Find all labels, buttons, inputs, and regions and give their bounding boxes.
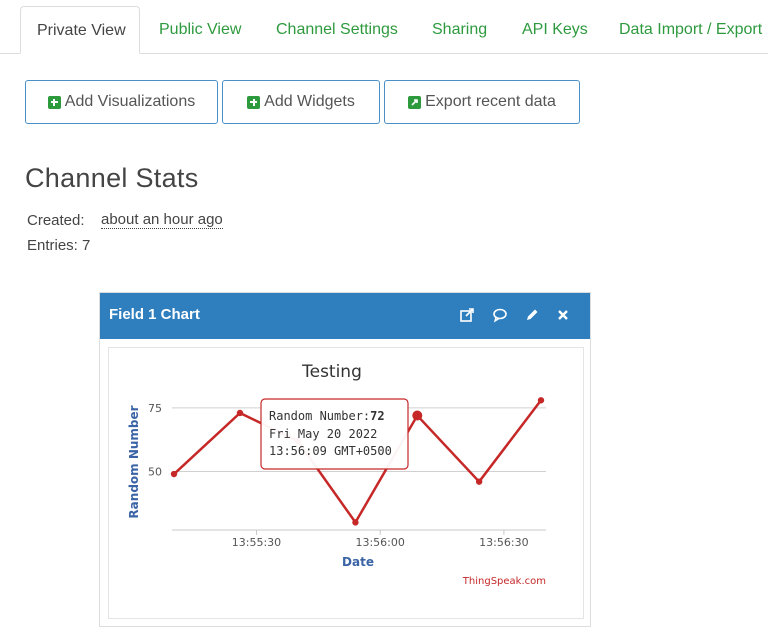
add-visualizations-button[interactable]: Add Visualizations xyxy=(25,80,218,124)
tab-sharing[interactable]: Sharing xyxy=(432,6,487,53)
export-recent-data-label: Export recent data xyxy=(425,93,556,110)
page-title: Channel Stats xyxy=(25,163,199,193)
tab-private-view[interactable]: Private View xyxy=(20,6,140,54)
tab-bar: Private View Public View Channel Setting… xyxy=(0,0,768,54)
plus-square-icon xyxy=(47,95,61,109)
export-recent-data-button[interactable]: Export recent data xyxy=(384,80,580,124)
created-value: about an hour ago xyxy=(101,211,223,229)
tab-data-import-export[interactable]: Data Import / Export xyxy=(619,6,762,53)
comment-icon[interactable] xyxy=(491,306,509,324)
close-icon[interactable] xyxy=(554,306,572,324)
external-link-icon[interactable] xyxy=(458,306,476,324)
field-1-chart-widget: Field 1 Chart xyxy=(99,292,591,627)
tab-public-view[interactable]: Public View xyxy=(159,6,241,53)
external-link-square-icon xyxy=(408,95,422,109)
chart-frame xyxy=(108,347,584,619)
created-label: Created: xyxy=(27,212,85,229)
tab-channel-settings[interactable]: Channel Settings xyxy=(276,6,398,53)
plus-square-icon xyxy=(247,95,261,109)
widget-header: Field 1 Chart xyxy=(100,293,590,339)
widget-title: Field 1 Chart xyxy=(109,306,200,323)
entries-count: Entries: 7 xyxy=(27,237,91,254)
add-widgets-label: Add Widgets xyxy=(264,93,355,110)
add-widgets-button[interactable]: Add Widgets xyxy=(222,80,380,124)
pencil-icon[interactable] xyxy=(523,306,541,324)
add-visualizations-label: Add Visualizations xyxy=(64,93,196,110)
tab-api-keys[interactable]: API Keys xyxy=(522,6,588,53)
